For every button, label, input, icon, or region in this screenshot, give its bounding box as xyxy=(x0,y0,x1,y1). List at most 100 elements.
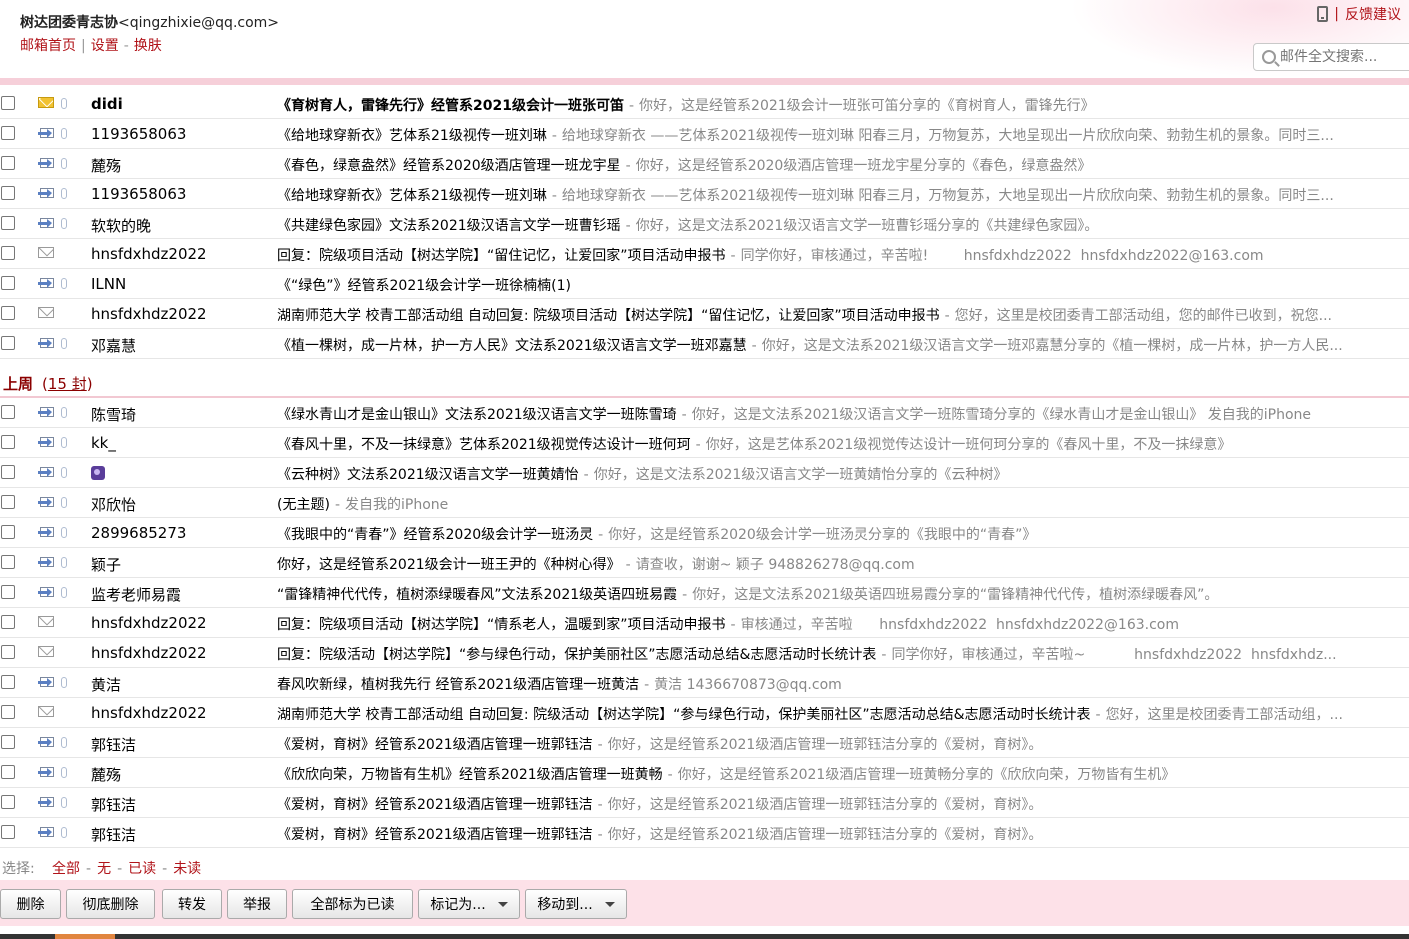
row-checkbox[interactable] xyxy=(1,306,15,320)
row-checkbox[interactable] xyxy=(1,675,15,689)
mail-row[interactable]: 麓殇 《春色，绿意盎然》经管系2020级酒店管理一班龙宇星 - 你好，这是经管系202… xyxy=(0,149,1409,179)
mail-subject-line[interactable]: 《云种树》文法系2021级汉语言文学一班黄婧怡 - 你好，这是文法系2021级汉语言… xyxy=(277,464,1409,484)
mail-row[interactable]: 《云种树》文法系2021级汉语言文学一班黄婧怡 - 你好，这是文法系2021级汉语言… xyxy=(0,458,1409,488)
mail-row[interactable]: hnsfdxhdz2022 回复：院级项目活动【树达学院】“留住记忆，让爱回家”项… xyxy=(0,239,1409,269)
mail-sender[interactable]: 颖子 xyxy=(91,554,121,575)
mail-subject-line[interactable]: 你好，这是经管系2021级会计一班王尹的《种树心得》 - 请查收，谢谢~ 颖子 94… xyxy=(277,554,1409,574)
mail-row[interactable]: 邓欣怡 (无主题) - 发自我的iPhone xyxy=(0,488,1409,518)
mail-subject-line[interactable]: 《春风十里，不及一抹绿意》艺体系2021级视觉传达设计一班何珂 - 你好，这是艺体系… xyxy=(277,434,1409,454)
mail-row[interactable]: hnsfdxhdz2022 湖南师范大学 校青工部活动组 自动回复: 院级活动【树… xyxy=(0,698,1409,728)
row-checkbox[interactable] xyxy=(1,435,15,449)
row-checkbox[interactable] xyxy=(1,126,15,140)
mail-subject-line[interactable]: 《给地球穿新衣》艺体系21级视传一班刘琳 - 给地球穿新衣 ——艺体系2021级视传… xyxy=(277,125,1409,145)
row-checkbox[interactable] xyxy=(1,645,15,659)
mail-row[interactable]: hnsfdxhdz2022 回复：院级项目活动【树达学院】“情系老人，温暖到家”项… xyxy=(0,608,1409,638)
mail-sender[interactable]: 2899685273 xyxy=(91,524,186,542)
mail-row[interactable]: 1193658063 《给地球穿新衣》艺体系21级视传一班刘琳 - 给地球穿新衣 ——… xyxy=(0,119,1409,149)
mail-subject-line[interactable]: 回复：院级活动【树达学院】“参与绿色行动，保护美丽社区”志愿活动总结&志愿活动时… xyxy=(277,644,1409,664)
mail-row[interactable]: 监考老师易霞 “雷锋精神代代传，植树添绿暖春风”文法系2021级英语四班易霞 - 你好… xyxy=(0,578,1409,608)
row-checkbox[interactable] xyxy=(1,156,15,170)
search-box[interactable] xyxy=(1253,43,1409,71)
row-checkbox[interactable] xyxy=(1,246,15,260)
mailbox-home-link[interactable]: 邮箱首页 xyxy=(20,38,76,54)
row-checkbox[interactable] xyxy=(1,405,15,419)
mail-subject-line[interactable]: 《春色，绿意盎然》经管系2020级酒店管理一班龙宇星 - 你好，这是经管系2020级… xyxy=(277,155,1409,175)
mail-sender[interactable]: 软软的晚 xyxy=(91,215,151,236)
row-checkbox[interactable] xyxy=(1,336,15,350)
row-checkbox[interactable] xyxy=(1,825,15,839)
select-all-link[interactable]: 全部 xyxy=(52,861,80,877)
search-icon[interactable] xyxy=(1262,50,1276,64)
mail-row[interactable]: 软软的晚 《共建绿色家园》文法系2021级汉语言文学一班曹钐瑶 - 你好，这是文法系2… xyxy=(0,209,1409,239)
mail-subject-line[interactable]: 《植一棵树，成一片林，护一方人民》文法系2021级汉语言文学一班邓嘉慧 - 你好，这… xyxy=(277,335,1409,355)
mail-subject-line[interactable]: 《爱树，育树》经管系2021级酒店管理一班郭钰洁 - 你好，这是经管系2021级酒店… xyxy=(277,794,1409,814)
mail-sender[interactable]: 麓殇 xyxy=(91,764,121,785)
row-checkbox[interactable] xyxy=(1,585,15,599)
mail-sender[interactable]: 郭钰洁 xyxy=(91,734,136,755)
mail-row[interactable]: kk_ 《春风十里，不及一抹绿意》艺体系2021级视觉传达设计一班何珂 - 你好，这是… xyxy=(0,428,1409,458)
mail-subject-line[interactable]: 湖南师范大学 校青工部活动组 自动回复: 院级项目活动【树达学院】“留住记忆，让… xyxy=(277,305,1409,325)
section-count-link[interactable]: 15 封 xyxy=(48,375,87,393)
select-none-link[interactable]: 无 xyxy=(97,861,111,877)
mail-sender[interactable]: hnsfdxhdz2022 xyxy=(91,305,207,323)
settings-link[interactable]: 设置 xyxy=(91,38,119,54)
row-checkbox[interactable] xyxy=(1,525,15,539)
row-checkbox[interactable] xyxy=(1,465,15,479)
mail-subject-line[interactable]: 《爱树，育树》经管系2021级酒店管理一班郭钰洁 - 你好，这是经管系2021级酒店… xyxy=(277,734,1409,754)
row-checkbox[interactable] xyxy=(1,276,15,290)
mail-row[interactable]: 邓嘉慧 《植一棵树，成一片林，护一方人民》文法系2021级汉语言文学一班邓嘉慧 - 你… xyxy=(0,329,1409,359)
mail-subject-line[interactable]: 湖南师范大学 校青工部活动组 自动回复: 院级活动【树达学院】“参与绿色行动，保… xyxy=(277,704,1409,724)
row-checkbox[interactable] xyxy=(1,765,15,779)
move-to-dropdown[interactable]: 移动到... xyxy=(525,889,627,919)
mail-sender[interactable]: hnsfdxhdz2022 xyxy=(91,644,207,662)
row-checkbox[interactable] xyxy=(1,795,15,809)
mail-subject-line[interactable]: 回复：院级项目活动【树达学院】“情系老人，温暖到家”项目活动申报书 - 审核通过，辛… xyxy=(277,614,1409,634)
feedback-link[interactable]: 反馈建议 xyxy=(1345,4,1401,24)
mail-row[interactable]: 2899685273 《我眼中的“青春”》经管系2020级会计学一班汤灵 - 你好，这… xyxy=(0,518,1409,548)
mail-row[interactable]: 陈雪琦 《绿水青山才是金山银山》文法系2021级汉语言文学一班陈雪琦 - 你好，这是文… xyxy=(0,398,1409,428)
mail-sender[interactable]: 邓欣怡 xyxy=(91,494,136,515)
mail-subject-line[interactable]: 《爱树，育树》经管系2021级酒店管理一班郭钰洁 - 你好，这是经管系2021级酒店… xyxy=(277,824,1409,844)
mobile-phone-icon[interactable] xyxy=(1317,6,1329,22)
mail-sender[interactable]: didi xyxy=(91,95,123,113)
mail-row[interactable]: ILNN 《“绿色”》经管系2021级会计学一班徐楠楠(1) xyxy=(0,269,1409,299)
row-checkbox[interactable] xyxy=(1,615,15,629)
permanent-delete-button[interactable]: 彻底删除 xyxy=(66,889,155,919)
mail-sender[interactable]: kk_ xyxy=(91,434,116,452)
mail-sender[interactable]: 1193658063 xyxy=(91,125,186,143)
row-checkbox[interactable] xyxy=(1,216,15,230)
mail-row[interactable]: 黄洁 春风吹新绿，植树我先行 经管系2021级酒店管理一班黄洁 - 黄洁 143667… xyxy=(0,668,1409,698)
mail-sender[interactable]: ILNN xyxy=(91,275,126,293)
mail-sender[interactable]: 郭钰洁 xyxy=(91,794,136,815)
row-checkbox[interactable] xyxy=(1,96,15,110)
mail-subject-line[interactable]: (无主题) - 发自我的iPhone xyxy=(277,494,1409,514)
mail-row[interactable]: 郭钰洁 《爱树，育树》经管系2021级酒店管理一班郭钰洁 - 你好，这是经管系2021… xyxy=(0,728,1409,758)
mail-sender[interactable]: hnsfdxhdz2022 xyxy=(91,704,207,722)
mail-row[interactable]: 颖子 你好，这是经管系2021级会计一班王尹的《种树心得》 - 请查收，谢谢~ 颖子 … xyxy=(0,548,1409,578)
change-skin-link[interactable]: 换肤 xyxy=(134,38,162,54)
row-checkbox[interactable] xyxy=(1,705,15,719)
row-checkbox[interactable] xyxy=(1,495,15,509)
row-checkbox[interactable] xyxy=(1,186,15,200)
mail-subject-line[interactable]: 回复：院级项目活动【树达学院】“留住记忆，让爱回家”项目活动申报书 - 同学你好，审… xyxy=(277,245,1409,265)
mail-subject-line[interactable]: “雷锋精神代代传，植树添绿暖春风”文法系2021级英语四班易霞 - 你好，这是文法系… xyxy=(277,584,1409,604)
mail-subject-line[interactable]: 《给地球穿新衣》艺体系21级视传一班刘琳 - 给地球穿新衣 ——艺体系2021级视传… xyxy=(277,185,1409,205)
mail-subject-line[interactable]: 春风吹新绿，植树我先行 经管系2021级酒店管理一班黄洁 - 黄洁 14366708… xyxy=(277,674,1409,694)
mail-sender[interactable]: 邓嘉慧 xyxy=(91,335,136,356)
delete-button[interactable]: 删除 xyxy=(0,889,61,919)
mail-sender[interactable]: 监考老师易霞 xyxy=(91,584,181,605)
mail-sender[interactable]: hnsfdxhdz2022 xyxy=(91,245,207,263)
mail-subject-line[interactable]: 《绿水青山才是金山银山》文法系2021级汉语言文学一班陈雪琦 - 你好，这是文法系2… xyxy=(277,404,1409,424)
mail-row[interactable]: 郭钰洁 《爱树，育树》经管系2021级酒店管理一班郭钰洁 - 你好，这是经管系2021… xyxy=(0,818,1409,848)
mark-as-dropdown[interactable]: 标记为... xyxy=(418,889,520,919)
mail-row[interactable]: 麓殇 《欣欣向荣，万物皆有生机》经管系2021级酒店管理一班黄畅 - 你好，这是经管系… xyxy=(0,758,1409,788)
row-checkbox[interactable] xyxy=(1,555,15,569)
mail-row[interactable]: 1193658063 《给地球穿新衣》艺体系21级视传一班刘琳 - 给地球穿新衣 ——… xyxy=(0,179,1409,209)
forward-button[interactable]: 转发 xyxy=(162,889,222,919)
mail-sender[interactable]: 麓殇 xyxy=(91,155,121,176)
mail-row[interactable]: hnsfdxhdz2022 回复：院级活动【树达学院】“参与绿色行动，保护美丽社区… xyxy=(0,638,1409,668)
mail-sender[interactable]: 陈雪琦 xyxy=(91,404,136,425)
mail-sender[interactable]: 黄洁 xyxy=(91,674,121,695)
mail-sender[interactable]: hnsfdxhdz2022 xyxy=(91,614,207,632)
mail-subject-line[interactable]: 《育树育人，雷锋先行》经管系2021级会计一班张可笛 - 你好，这是经管系2021级… xyxy=(277,95,1409,115)
